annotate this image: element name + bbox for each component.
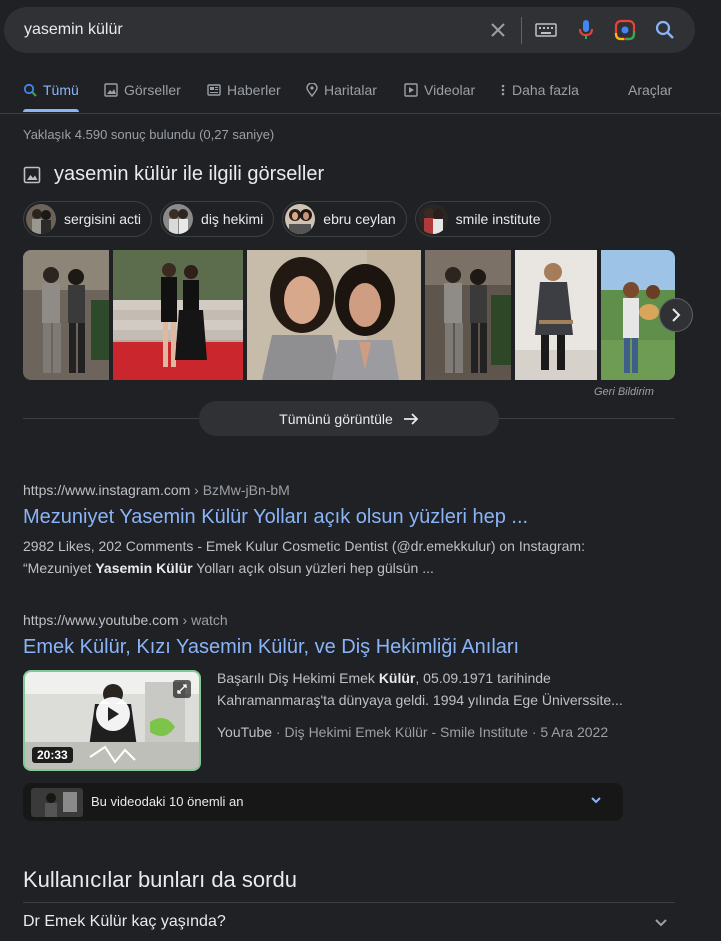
result-snippet: 2982 Likes, 202 Comments - Emek Kulur Co… (23, 535, 623, 579)
result-stats: Yaklaşık 4.590 sonuç bulundu (0,27 saniy… (23, 127, 275, 142)
search-icon[interactable] (653, 18, 677, 42)
tab-label: Daha fazla (512, 82, 579, 98)
arrow-right-icon (403, 412, 419, 425)
chevron-down-icon[interactable] (652, 913, 670, 931)
image-result[interactable] (113, 250, 243, 380)
chip-ebru-ceylan[interactable]: ebru ceylan (282, 201, 407, 237)
chevron-down-icon (591, 797, 601, 804)
play-icon[interactable] (96, 697, 130, 731)
result-url[interactable]: https://www.youtube.com › watch (23, 612, 519, 628)
search-result-youtube: https://www.youtube.com › watch Emek Kül… (23, 612, 519, 659)
image-result[interactable] (515, 250, 597, 380)
map-pin-icon (306, 83, 318, 97)
image-result[interactable] (23, 250, 109, 380)
chip-dis-hekimi[interactable]: diş hekimi (160, 201, 275, 237)
chip-thumbnail (26, 204, 56, 234)
video-description: Başarılı Diş Hekimi Emek Külür, 05.09.19… (217, 667, 627, 711)
tools-label: Araçlar (628, 82, 673, 98)
search-input[interactable]: yasemin külür (24, 21, 123, 39)
chip-thumbnail (417, 204, 448, 234)
result-title-link[interactable]: Mezuniyet Yasemin Külür Yolları açık ols… (23, 506, 623, 529)
tab-label: Tümü (43, 82, 79, 98)
tab-more[interactable]: Daha fazla (500, 82, 579, 98)
result-url[interactable]: https://www.instagram.com › BzMw-jBn-bM (23, 482, 623, 498)
tab-news[interactable]: Haberler (207, 82, 281, 98)
result-title-link[interactable]: Emek Külür, Kızı Yasemin Külür, ve Diş H… (23, 636, 519, 659)
tab-label: Videolar (424, 82, 476, 98)
active-tab-indicator (23, 109, 79, 112)
tools-button[interactable]: Araçlar (628, 82, 672, 98)
result-breadcrumb: › watch (182, 612, 228, 628)
keyboard-icon[interactable] (534, 18, 558, 42)
lens-icon[interactable] (613, 18, 637, 42)
news-icon (207, 84, 221, 96)
video-source: YouTube (217, 724, 273, 740)
chevron-right-icon (672, 308, 681, 322)
video-meta-text: · Diş Hekimi Emek Külür - Smile Institut… (272, 724, 609, 740)
image-icon (104, 83, 118, 97)
chip-smile-institute[interactable]: smile institute (414, 201, 552, 237)
search-bar[interactable]: yasemin külür (4, 7, 695, 53)
tab-images[interactable]: Görseller (104, 82, 181, 98)
image-result[interactable] (247, 250, 421, 380)
tab-videos[interactable]: Videolar (404, 82, 475, 98)
key-moments-label: Bu videodaki 10 önemli an (91, 794, 244, 809)
snippet-text: Yolları açık olsun yüzleri hep gülsün ..… (192, 560, 434, 576)
expand-icon[interactable] (173, 680, 191, 698)
video-duration: 20:33 (32, 747, 73, 763)
images-section-heading: yasemin külür ile ilgili görseller (23, 163, 324, 186)
clear-icon[interactable] (486, 18, 510, 42)
video-thumbnail[interactable]: 20:33 (23, 670, 201, 771)
paa-divider (23, 902, 675, 903)
snippet-text: “Mezuniyet (23, 560, 96, 576)
image-result[interactable] (425, 250, 511, 380)
chip-label: smile institute (455, 211, 541, 227)
chip-sergisini-acti[interactable]: sergisini acti (23, 201, 153, 237)
images-heading-text: yasemin külür ile ilgili görseller (54, 163, 325, 185)
search-result-instagram: https://www.instagram.com › BzMw-jBn-bM … (23, 482, 623, 579)
video-meta: YouTube · Diş Hekimi Emek Külür - Smile … (217, 724, 608, 740)
chip-label: sergisini acti (64, 211, 142, 227)
desc-text: Başarılı Diş Hekimi Emek (217, 670, 379, 686)
snippet-highlight: Yasemin Külür (95, 560, 193, 576)
key-moments-expander[interactable]: Bu videodaki 10 önemli an (23, 783, 623, 821)
tab-label: Haritalar (324, 82, 377, 98)
image-carousel (23, 250, 675, 380)
result-breadcrumb: › BzMw-jBn-bM (194, 482, 290, 498)
more-vert-icon (501, 84, 505, 96)
desc-highlight: Külür (378, 670, 416, 686)
tab-label: Haberler (227, 82, 281, 98)
tab-label: Görseller (124, 82, 181, 98)
search-separator (521, 17, 522, 44)
snippet-line: 2982 Likes, 202 Comments - Emek Kulur Co… (23, 538, 585, 554)
moments-thumbnail (31, 788, 83, 817)
video-icon (404, 83, 418, 97)
result-domain: https://www.youtube.com (23, 612, 179, 628)
paa-question[interactable]: Dr Emek Külür kaç yaşında? (23, 913, 226, 931)
chip-thumbnail (285, 204, 316, 234)
tab-maps[interactable]: Haritalar (306, 82, 377, 98)
chip-label: ebru ceylan (323, 211, 396, 227)
feedback-link[interactable]: Geri Bildirim (594, 386, 654, 398)
tab-all[interactable]: Tümü (23, 82, 79, 98)
microphone-icon[interactable] (574, 18, 598, 42)
image-chips: sergisini acti diş hekimi ebru ceylan sm… (23, 201, 552, 237)
view-all-label: Tümünü görüntüle (279, 410, 393, 427)
result-domain: https://www.instagram.com (23, 482, 191, 498)
chip-label: diş hekimi (201, 211, 264, 227)
chip-thumbnail (163, 204, 194, 234)
carousel-next-button[interactable] (659, 298, 693, 332)
image-icon (23, 166, 41, 183)
search-tabs: Tümü Görseller Haberler Haritalar Videol… (0, 76, 721, 114)
search-icon (23, 83, 37, 97)
view-all-button[interactable]: Tümünü görüntüle (199, 401, 499, 436)
people-also-ask-heading: Kullanıcılar bunları da sordu (23, 867, 297, 892)
